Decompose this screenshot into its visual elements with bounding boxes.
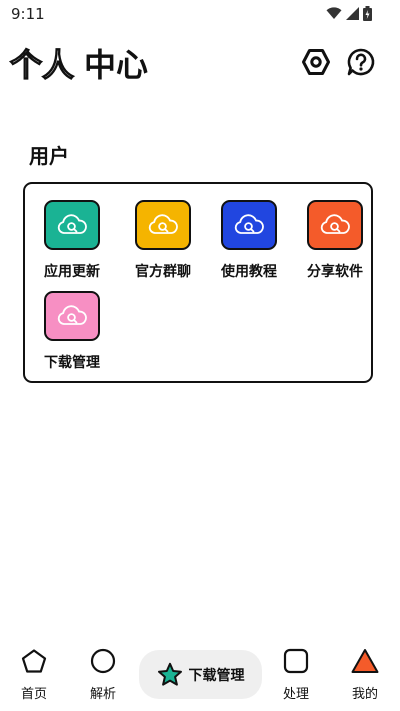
- item-label-app-update: 应用更新: [44, 264, 100, 280]
- item-label-share: 分享软件: [307, 264, 363, 280]
- status-icons: [326, 6, 372, 21]
- signal-icon: [346, 7, 359, 20]
- star-icon: [157, 662, 182, 686]
- triangle-icon: [351, 649, 379, 673]
- rounded-square-icon: [283, 648, 309, 674]
- grid-item-download-manager[interactable]: 下载管理: [32, 291, 112, 372]
- tile-official-group: [135, 200, 191, 250]
- item-label-official-group: 官方群聊: [135, 264, 191, 280]
- nav-label-parse: 解析: [89, 687, 116, 702]
- nav-home[interactable]: 首页: [4, 648, 64, 702]
- user-card: 应用更新 官方群聊 使用教程 分享软件 下载管理: [23, 182, 373, 383]
- item-label-tutorial: 使用教程: [221, 264, 277, 280]
- settings-hexagon-icon: [302, 49, 330, 75]
- wifi-icon: [326, 7, 342, 19]
- nav-label-home: 首页: [20, 687, 47, 702]
- bottom-nav: 首页 解析 下载管理 处理 我的: [0, 640, 400, 711]
- pentagon-icon: [21, 649, 47, 673]
- nav-mine[interactable]: 我的: [335, 648, 395, 702]
- nav-download-manager[interactable]: 下载管理: [139, 650, 262, 699]
- nav-parse[interactable]: 解析: [73, 648, 133, 702]
- status-time: 9:11: [11, 5, 45, 23]
- circle-icon: [90, 648, 116, 674]
- nav-label-download-manager: 下载管理: [188, 667, 245, 684]
- cloud-search-icon: [57, 214, 87, 234]
- grid-item-share[interactable]: 分享软件: [295, 200, 375, 281]
- tile-download-manager: [44, 291, 100, 341]
- item-label-download-manager: 下载管理: [44, 355, 100, 371]
- help-question-icon: [347, 48, 375, 76]
- nav-process[interactable]: 处理: [266, 648, 326, 702]
- cloud-search-icon: [148, 214, 178, 234]
- nav-label-process: 处理: [282, 687, 309, 702]
- grid-item-tutorial[interactable]: 使用教程: [209, 200, 289, 281]
- cloud-search-icon: [320, 214, 350, 234]
- grid-item-official-group[interactable]: 官方群聊: [123, 200, 203, 281]
- help-button[interactable]: [346, 47, 376, 77]
- tile-tutorial: [221, 200, 277, 250]
- page-title-outline: 个人: [9, 45, 75, 84]
- cloud-search-icon: [234, 214, 264, 234]
- page-title-bold: 中心: [84, 46, 149, 84]
- tile-share: [307, 200, 363, 250]
- header: 个人 中心: [0, 40, 400, 88]
- section-title: 用户: [29, 144, 69, 168]
- status-bar: 9:11: [0, 0, 400, 28]
- cloud-search-icon: [57, 305, 87, 325]
- nav-label-mine: 我的: [351, 687, 378, 702]
- grid-item-app-update[interactable]: 应用更新: [32, 200, 112, 281]
- settings-button[interactable]: [301, 47, 331, 77]
- battery-icon: [363, 6, 372, 21]
- tile-app-update: [44, 200, 100, 250]
